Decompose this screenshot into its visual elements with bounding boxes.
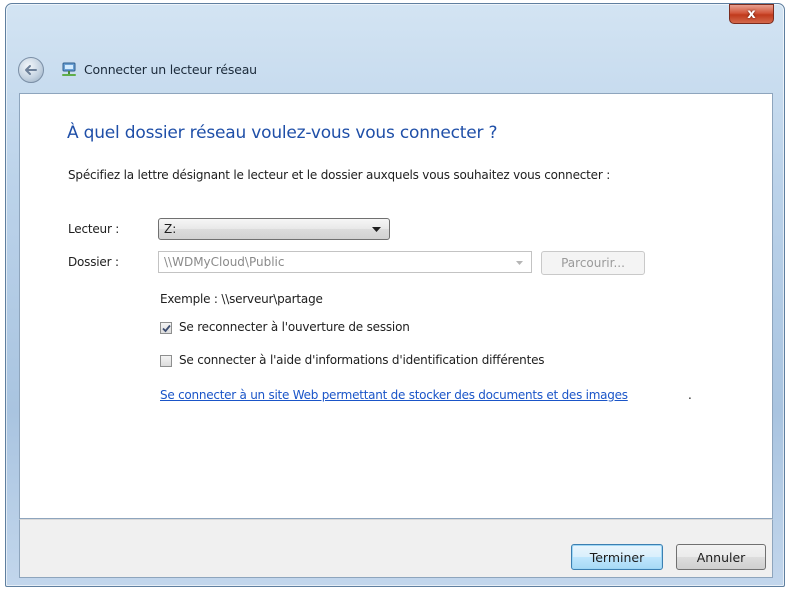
dialog-footer: Terminer Annuler (19, 519, 773, 578)
cancel-button[interactable]: Annuler (676, 544, 766, 570)
reconnect-label[interactable]: Se reconnecter à l'ouverture de session (179, 320, 410, 334)
credentials-checkbox[interactable] (160, 355, 172, 367)
chevron-down-icon (372, 227, 381, 232)
window-title: Connecter un lecteur réseau (84, 62, 257, 77)
close-button[interactable]: x (729, 4, 774, 24)
drive-label: Lecteur : (68, 222, 120, 236)
drive-value: Z: (164, 222, 177, 236)
credentials-label[interactable]: Se connecter à l'aide d'informations d'i… (179, 353, 545, 367)
drive-select[interactable]: Z: (158, 218, 390, 240)
close-icon: x (747, 6, 756, 22)
folder-label: Dossier : (68, 255, 119, 269)
folder-input[interactable]: \\WDMyCloud\Public (158, 251, 532, 273)
page-title: À quel dossier réseau voulez-vous vous c… (67, 123, 498, 143)
browse-button[interactable]: Parcourir... (541, 251, 645, 275)
chevron-down-icon[interactable] (516, 261, 523, 265)
dialog-window: x Connecter un lecteur réseau À quel dos… (5, 3, 785, 587)
folder-value: \\WDMyCloud\Public (164, 255, 285, 269)
back-arrow-icon (25, 65, 37, 75)
dialog-content: À quel dossier réseau voulez-vous vous c… (19, 93, 773, 519)
checkmark-icon (162, 324, 171, 333)
finish-button[interactable]: Terminer (571, 544, 663, 570)
network-drive-icon (62, 62, 76, 76)
link-period: . (688, 388, 692, 402)
web-storage-link[interactable]: Se connecter à un site Web permettant de… (160, 388, 628, 402)
instruction-text: Spécifiez la lettre désignant le lecteur… (68, 168, 611, 182)
back-button[interactable] (18, 57, 44, 83)
reconnect-checkbox[interactable] (160, 322, 172, 334)
example-text: Exemple : \\serveur\partage (160, 292, 323, 306)
